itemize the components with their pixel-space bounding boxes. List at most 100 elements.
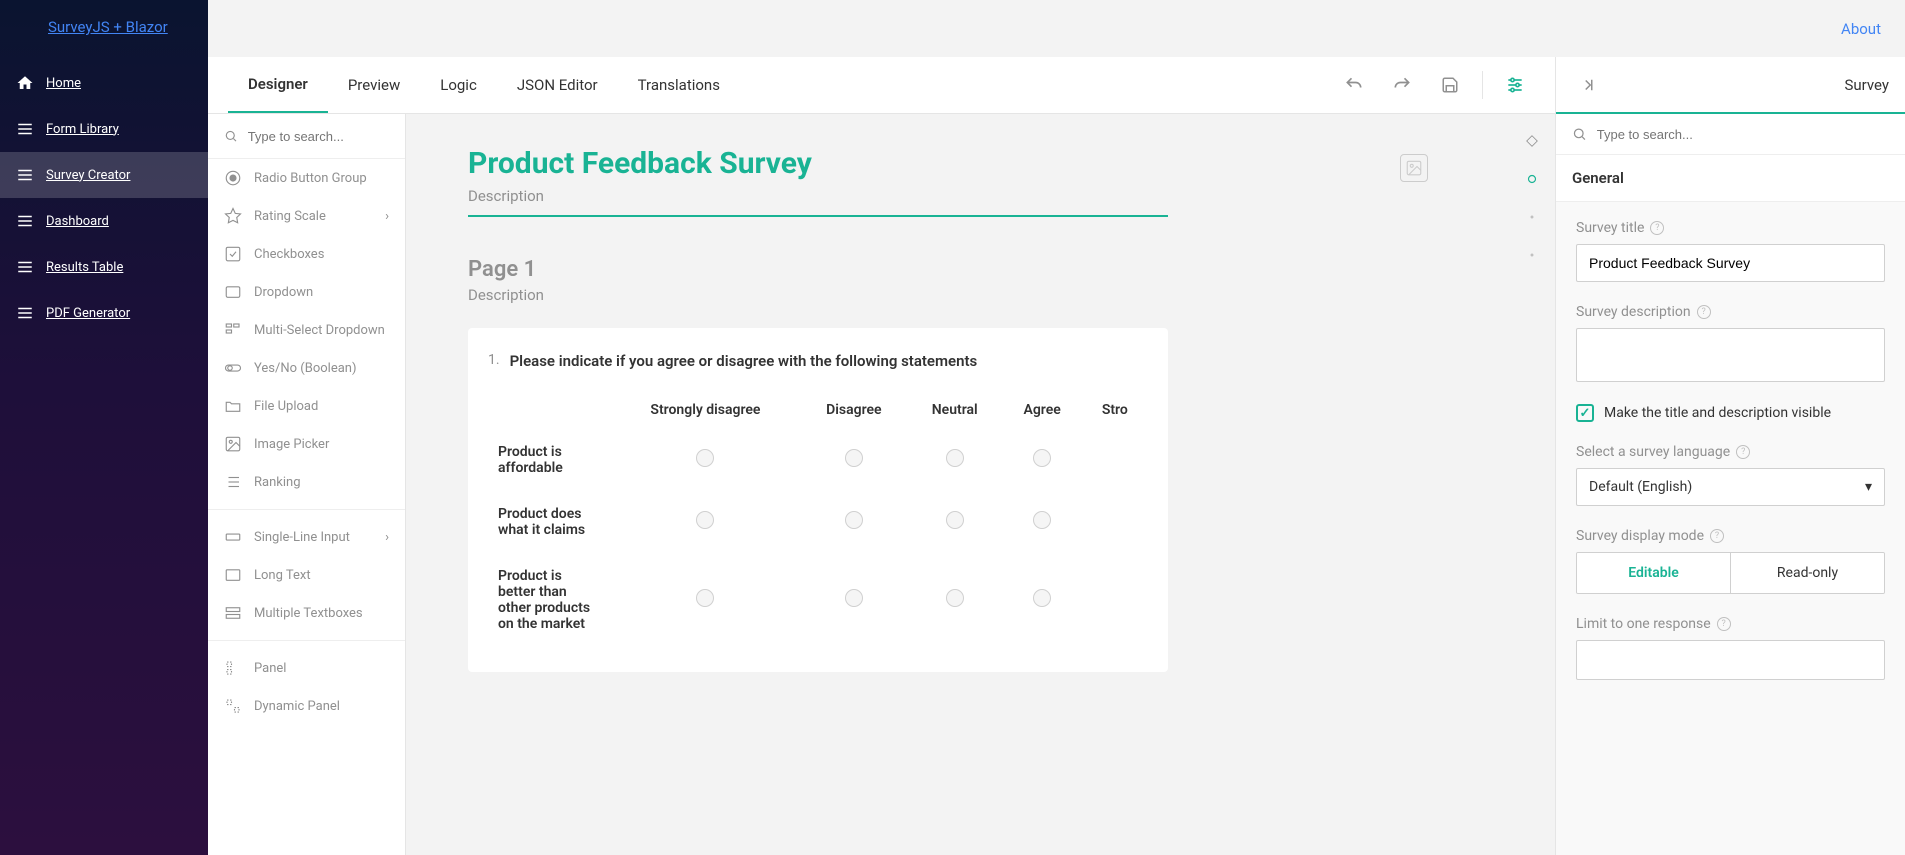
language-select[interactable]: Default (English) ▾ — [1576, 468, 1885, 506]
limit-input[interactable] — [1576, 640, 1885, 680]
survey-title-input[interactable] — [1576, 244, 1885, 282]
toolbox-image-picker[interactable]: Image Picker — [208, 425, 405, 463]
settings-button[interactable] — [1495, 65, 1535, 105]
help-icon[interactable]: ? — [1717, 617, 1731, 631]
radio-cell[interactable] — [696, 589, 714, 607]
toolbox-panel[interactable]: Panel — [208, 649, 405, 687]
radio-cell[interactable] — [946, 511, 964, 529]
radio-cell[interactable] — [1033, 449, 1051, 467]
gps-icon[interactable] — [1525, 134, 1539, 148]
page-dot-active[interactable] — [1525, 172, 1539, 186]
sidebar-item-results-table[interactable]: Results Table — [0, 244, 208, 290]
toolbox-checkboxes[interactable]: Checkboxes — [208, 235, 405, 273]
matrix-col[interactable]: Neutral — [909, 392, 1001, 428]
sidebar-item-dashboard[interactable]: Dashboard — [0, 198, 208, 244]
matrix-table: Strongly disagree Disagree Neutral Agree… — [488, 390, 1148, 648]
survey-title[interactable]: Product Feedback Survey — [468, 146, 1168, 181]
radio-cell[interactable] — [1033, 589, 1051, 607]
survey-desc-input[interactable] — [1576, 328, 1885, 382]
toolbox-label: Rating Scale — [254, 209, 326, 224]
toolbox-ranking[interactable]: Ranking — [208, 463, 405, 501]
matrix-col[interactable]: Disagree — [801, 392, 907, 428]
language-value: Default (English) — [1589, 479, 1692, 495]
radio-cell[interactable] — [696, 511, 714, 529]
toolbox-long-text[interactable]: Long Text — [208, 556, 405, 594]
tab-preview[interactable]: Preview — [328, 57, 420, 113]
matrix-col[interactable]: Stro — [1084, 392, 1146, 428]
toolbox-multi-select[interactable]: Multi-Select Dropdown — [208, 311, 405, 349]
tab-translations[interactable]: Translations — [618, 57, 740, 113]
about-link[interactable]: About — [1841, 20, 1881, 38]
question-text[interactable]: Please indicate if you agree or disagree… — [510, 352, 978, 370]
sidebar-item-pdf-generator[interactable]: PDF Generator — [0, 290, 208, 336]
toolbox-boolean[interactable]: Yes/No (Boolean) — [208, 349, 405, 387]
matrix-row: Product is better than other products on… — [490, 554, 1146, 646]
redo-button[interactable] — [1382, 65, 1422, 105]
toolbox-multiple-textboxes[interactable]: Multiple Textboxes — [208, 594, 405, 632]
radio-cell[interactable] — [946, 589, 964, 607]
toolbox-label: Panel — [254, 661, 286, 676]
page-dot[interactable] — [1525, 248, 1539, 262]
mode-readonly-button[interactable]: Read-only — [1730, 553, 1884, 593]
sidebar-item-home[interactable]: Home — [0, 60, 208, 106]
matrix-col[interactable]: Agree — [1003, 392, 1082, 428]
logo-placeholder[interactable] — [1400, 154, 1428, 182]
toolbox-dropdown[interactable]: Dropdown — [208, 273, 405, 311]
save-button[interactable] — [1430, 65, 1470, 105]
help-icon[interactable]: ? — [1697, 305, 1711, 319]
help-icon[interactable]: ? — [1710, 529, 1724, 543]
sidebar-item-label: Form Library — [46, 122, 119, 137]
survey-header[interactable]: Product Feedback Survey Description — [468, 134, 1168, 217]
app-sidebar: SurveyJS + Blazor Home Form Library Surv… — [0, 0, 208, 855]
page-dot[interactable] — [1525, 210, 1539, 224]
page-title[interactable]: Page 1 — [468, 257, 1168, 282]
radio-cell[interactable] — [946, 449, 964, 467]
sidebar-item-form-library[interactable]: Form Library — [0, 106, 208, 152]
radio-cell[interactable] — [845, 511, 863, 529]
checkbox-checked-icon: ✓ — [1576, 404, 1594, 422]
radio-cell[interactable] — [845, 589, 863, 607]
tab-designer[interactable]: Designer — [228, 57, 328, 113]
help-icon[interactable]: ? — [1650, 221, 1664, 235]
toolbox-dynamic-panel[interactable]: Dynamic Panel — [208, 687, 405, 725]
radio-cell[interactable] — [845, 449, 863, 467]
toolbox-file-upload[interactable]: File Upload — [208, 387, 405, 425]
tab-json-editor[interactable]: JSON Editor — [497, 57, 618, 113]
toolbox-search-input[interactable] — [248, 129, 389, 144]
toolbox-label: Single-Line Input — [254, 530, 350, 545]
survey-title-label: Survey title — [1576, 220, 1644, 236]
matrix-row-label[interactable]: Product does what it claims — [490, 492, 610, 552]
brand-link[interactable]: SurveyJS + Blazor — [0, 0, 208, 60]
tab-logic[interactable]: Logic — [420, 57, 497, 113]
toolbox-single-line[interactable]: Single-Line Input› — [208, 518, 405, 556]
page-description[interactable]: Description — [468, 286, 1168, 304]
properties-search[interactable] — [1556, 114, 1905, 155]
radio-cell[interactable] — [1033, 511, 1051, 529]
matrix-col[interactable]: Strongly disagree — [612, 392, 799, 428]
matrix-row-label[interactable]: Product is better than other products on… — [490, 554, 610, 646]
collapse-panel-button[interactable] — [1572, 69, 1604, 101]
matrix-row-label[interactable]: Product is affordable — [490, 430, 610, 490]
section-general[interactable]: General — [1556, 155, 1905, 202]
properties-search-input[interactable] — [1597, 127, 1889, 142]
sidebar-item-label: Home — [46, 76, 81, 91]
survey-description[interactable]: Description — [468, 187, 1168, 205]
matrix-row: Product does what it claims — [490, 492, 1146, 552]
toolbox-rating-scale[interactable]: Rating Scale› — [208, 197, 405, 235]
question-card[interactable]: 1. Please indicate if you agree or disag… — [468, 328, 1168, 672]
design-canvas[interactable]: Product Feedback Survey Description Page… — [406, 114, 1555, 855]
undo-button[interactable] — [1334, 65, 1374, 105]
radio-cell[interactable] — [696, 449, 714, 467]
toolbox-search[interactable] — [208, 114, 405, 159]
limit-label: Limit to one response — [1576, 616, 1711, 632]
mode-editable-button[interactable]: Editable — [1577, 553, 1730, 593]
home-icon — [16, 74, 34, 92]
sidebar-item-survey-creator[interactable]: Survey Creator — [0, 152, 208, 198]
toolbox-radio-group[interactable]: Radio Button Group — [208, 159, 405, 197]
mode-label: Survey display mode — [1576, 528, 1704, 544]
toolbox-label: Checkboxes — [254, 247, 324, 262]
ranking-icon — [224, 473, 242, 491]
visible-checkbox-row[interactable]: ✓ Make the title and description visible — [1576, 404, 1885, 422]
help-icon[interactable]: ? — [1736, 445, 1750, 459]
multitext-icon — [224, 604, 242, 622]
